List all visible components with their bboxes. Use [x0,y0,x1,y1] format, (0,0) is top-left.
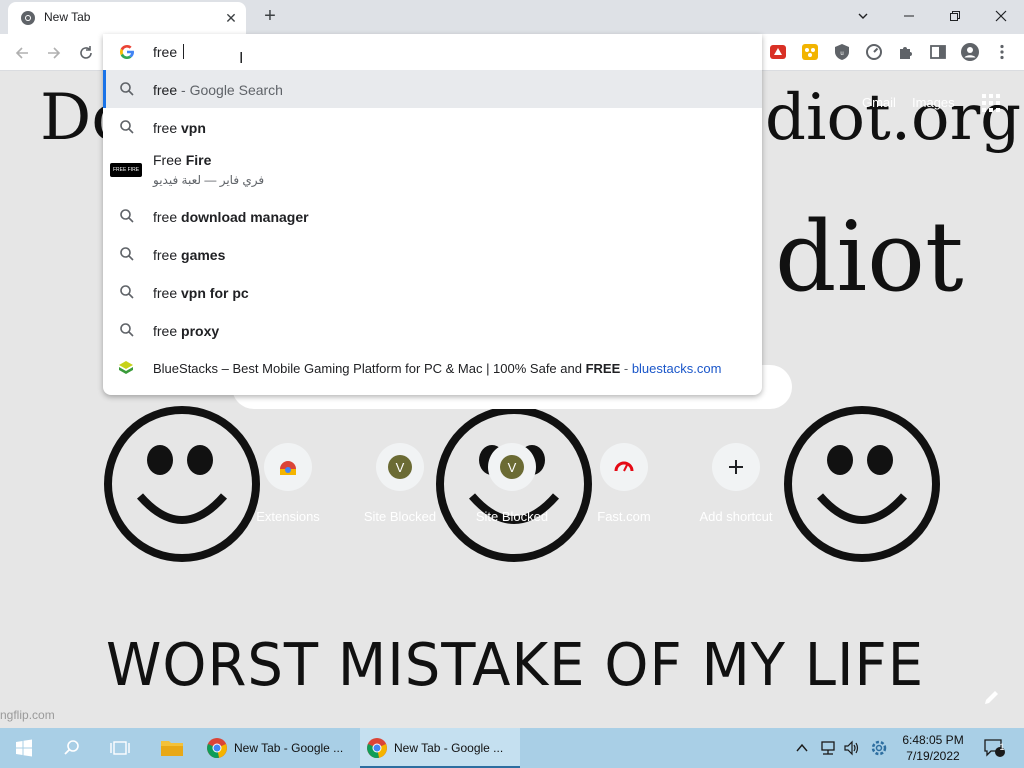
chrome-web-store-icon [280,461,296,475]
site-blocked-v-icon: V [500,455,524,479]
images-link[interactable]: Images [912,95,955,110]
minimize-button[interactable] [886,0,932,30]
omnibox-input[interactable]: free I [103,34,762,70]
settings-gear-icon[interactable] [866,728,892,768]
search-icon [120,209,134,223]
notification-center-icon[interactable]: 1 [980,728,1008,768]
chevron-up-icon[interactable] [792,728,812,768]
search-icon [120,82,134,96]
svg-text:u: u [840,51,843,57]
windows-taskbar: New Tab - Google ... New Tab - Google ..… [0,728,1024,768]
text-caret [183,44,185,59]
shortcut-site-blocked[interactable]: V Site Blocked [350,443,450,524]
volume-icon[interactable] [840,728,864,768]
file-explorer-icon[interactable] [148,728,196,768]
svg-text:V: V [396,460,405,475]
suggestion-item[interactable]: BlueStacks – Best Mobile Gaming Platform… [103,349,762,387]
system-clock[interactable]: 6:48:05 PM 7/19/2022 [895,732,971,764]
tab-title: New Tab [44,10,91,24]
tab-strip: New Tab ✕ + [0,0,1024,34]
shortcut-label: Site Blocked [475,509,549,524]
smiley-face-image [784,406,940,562]
restore-button[interactable] [932,0,978,30]
shortcut-label: Site Blocked [363,509,437,524]
forward-arrow-icon[interactable] [42,40,66,64]
ublock-shield-icon[interactable]: u [832,42,852,62]
customize-pencil-icon[interactable] [982,687,1002,707]
clock-date: 7/19/2022 [906,749,960,763]
background-worst-mistake-text: WORST MISTAKE OF MY LIFE [106,631,925,700]
yellow-extension-icon[interactable] [800,42,820,62]
shortcut-label: Fast.com [597,509,651,524]
site-blocked-v-icon: V [388,455,412,479]
shortcut-site-blocked[interactable]: V Site Blocked [462,443,562,524]
back-arrow-icon[interactable] [10,40,34,64]
chrome-icon [21,11,35,25]
suggestion-item[interactable]: free games [103,235,762,273]
side-panel-icon[interactable] [928,42,948,62]
suggestion-item[interactable]: FREE FIRE Free Fire فري فاير — لعبة فيدي… [103,146,762,197]
watermark-text: ngflip.com [0,708,55,722]
shortcut-label: Add shortcut [699,509,773,524]
background-idiot-text: diot [775,201,964,313]
taskbar-app-label: New Tab - Google ... [234,741,344,755]
suggestion-item[interactable]: free - Google Search [103,70,762,108]
chrome-icon [367,738,387,758]
shortcut-label: Extensions [256,509,320,524]
tab-search-chevron-icon[interactable] [840,0,886,30]
omnibox-dropdown: free I free - Google Search free vpn FRE… [103,34,762,395]
free-fire-thumbnail-icon: FREE FIRE [110,163,142,177]
reload-icon[interactable] [74,40,98,64]
suggestion-item[interactable]: free vpn [103,108,762,146]
tab-new-tab[interactable]: New Tab ✕ [8,2,246,34]
google-g-icon [120,45,134,59]
plus-icon [729,460,743,474]
suggestion-item[interactable]: free download manager [103,197,762,235]
search-icon [120,285,134,299]
taskbar-app-label: New Tab - Google ... [394,741,504,755]
speedometer-icon[interactable] [864,42,884,62]
suggestion-item[interactable]: free proxy [103,311,762,349]
search-icon [120,247,134,261]
puzzle-extensions-icon[interactable] [896,42,916,62]
fast-com-icon [614,461,634,472]
suggestion-subtitle: فري فاير — لعبة فيديو [153,173,265,187]
close-tab-icon[interactable]: ✕ [222,9,240,27]
network-icon[interactable] [816,728,840,768]
shortcut-add[interactable]: Add shortcut [686,443,786,524]
gmail-link[interactable]: Gmail [862,95,896,110]
shortcut-fast-com[interactable]: Fast.com [574,443,674,524]
new-tab-button[interactable]: + [258,4,282,28]
red-extension-icon[interactable] [768,42,788,62]
kebab-menu-icon[interactable] [992,42,1012,62]
notification-count: 1 [999,742,1005,752]
svg-text:V: V [508,460,517,475]
search-icon [120,323,134,337]
start-windows-icon[interactable] [0,728,48,768]
taskbar-app-chrome-active[interactable]: New Tab - Google ... [360,728,520,768]
search-icon [120,120,134,134]
task-view-icon[interactable] [96,728,144,768]
shortcut-extensions[interactable]: Extensions [238,443,338,524]
ibeam-cursor-icon: I [239,50,244,67]
taskbar-app-chrome[interactable]: New Tab - Google ... [200,728,360,768]
clock-time: 6:48:05 PM [902,733,964,747]
bluestacks-icon [119,361,133,374]
close-window-button[interactable] [978,0,1024,30]
profile-avatar-icon[interactable] [960,42,980,62]
omnibox-text: free [153,44,185,60]
search-icon[interactable] [48,728,96,768]
suggestion-item[interactable]: free vpn for pc [103,273,762,311]
google-apps-grid-icon[interactable] [981,93,1001,113]
chrome-icon [207,738,227,758]
